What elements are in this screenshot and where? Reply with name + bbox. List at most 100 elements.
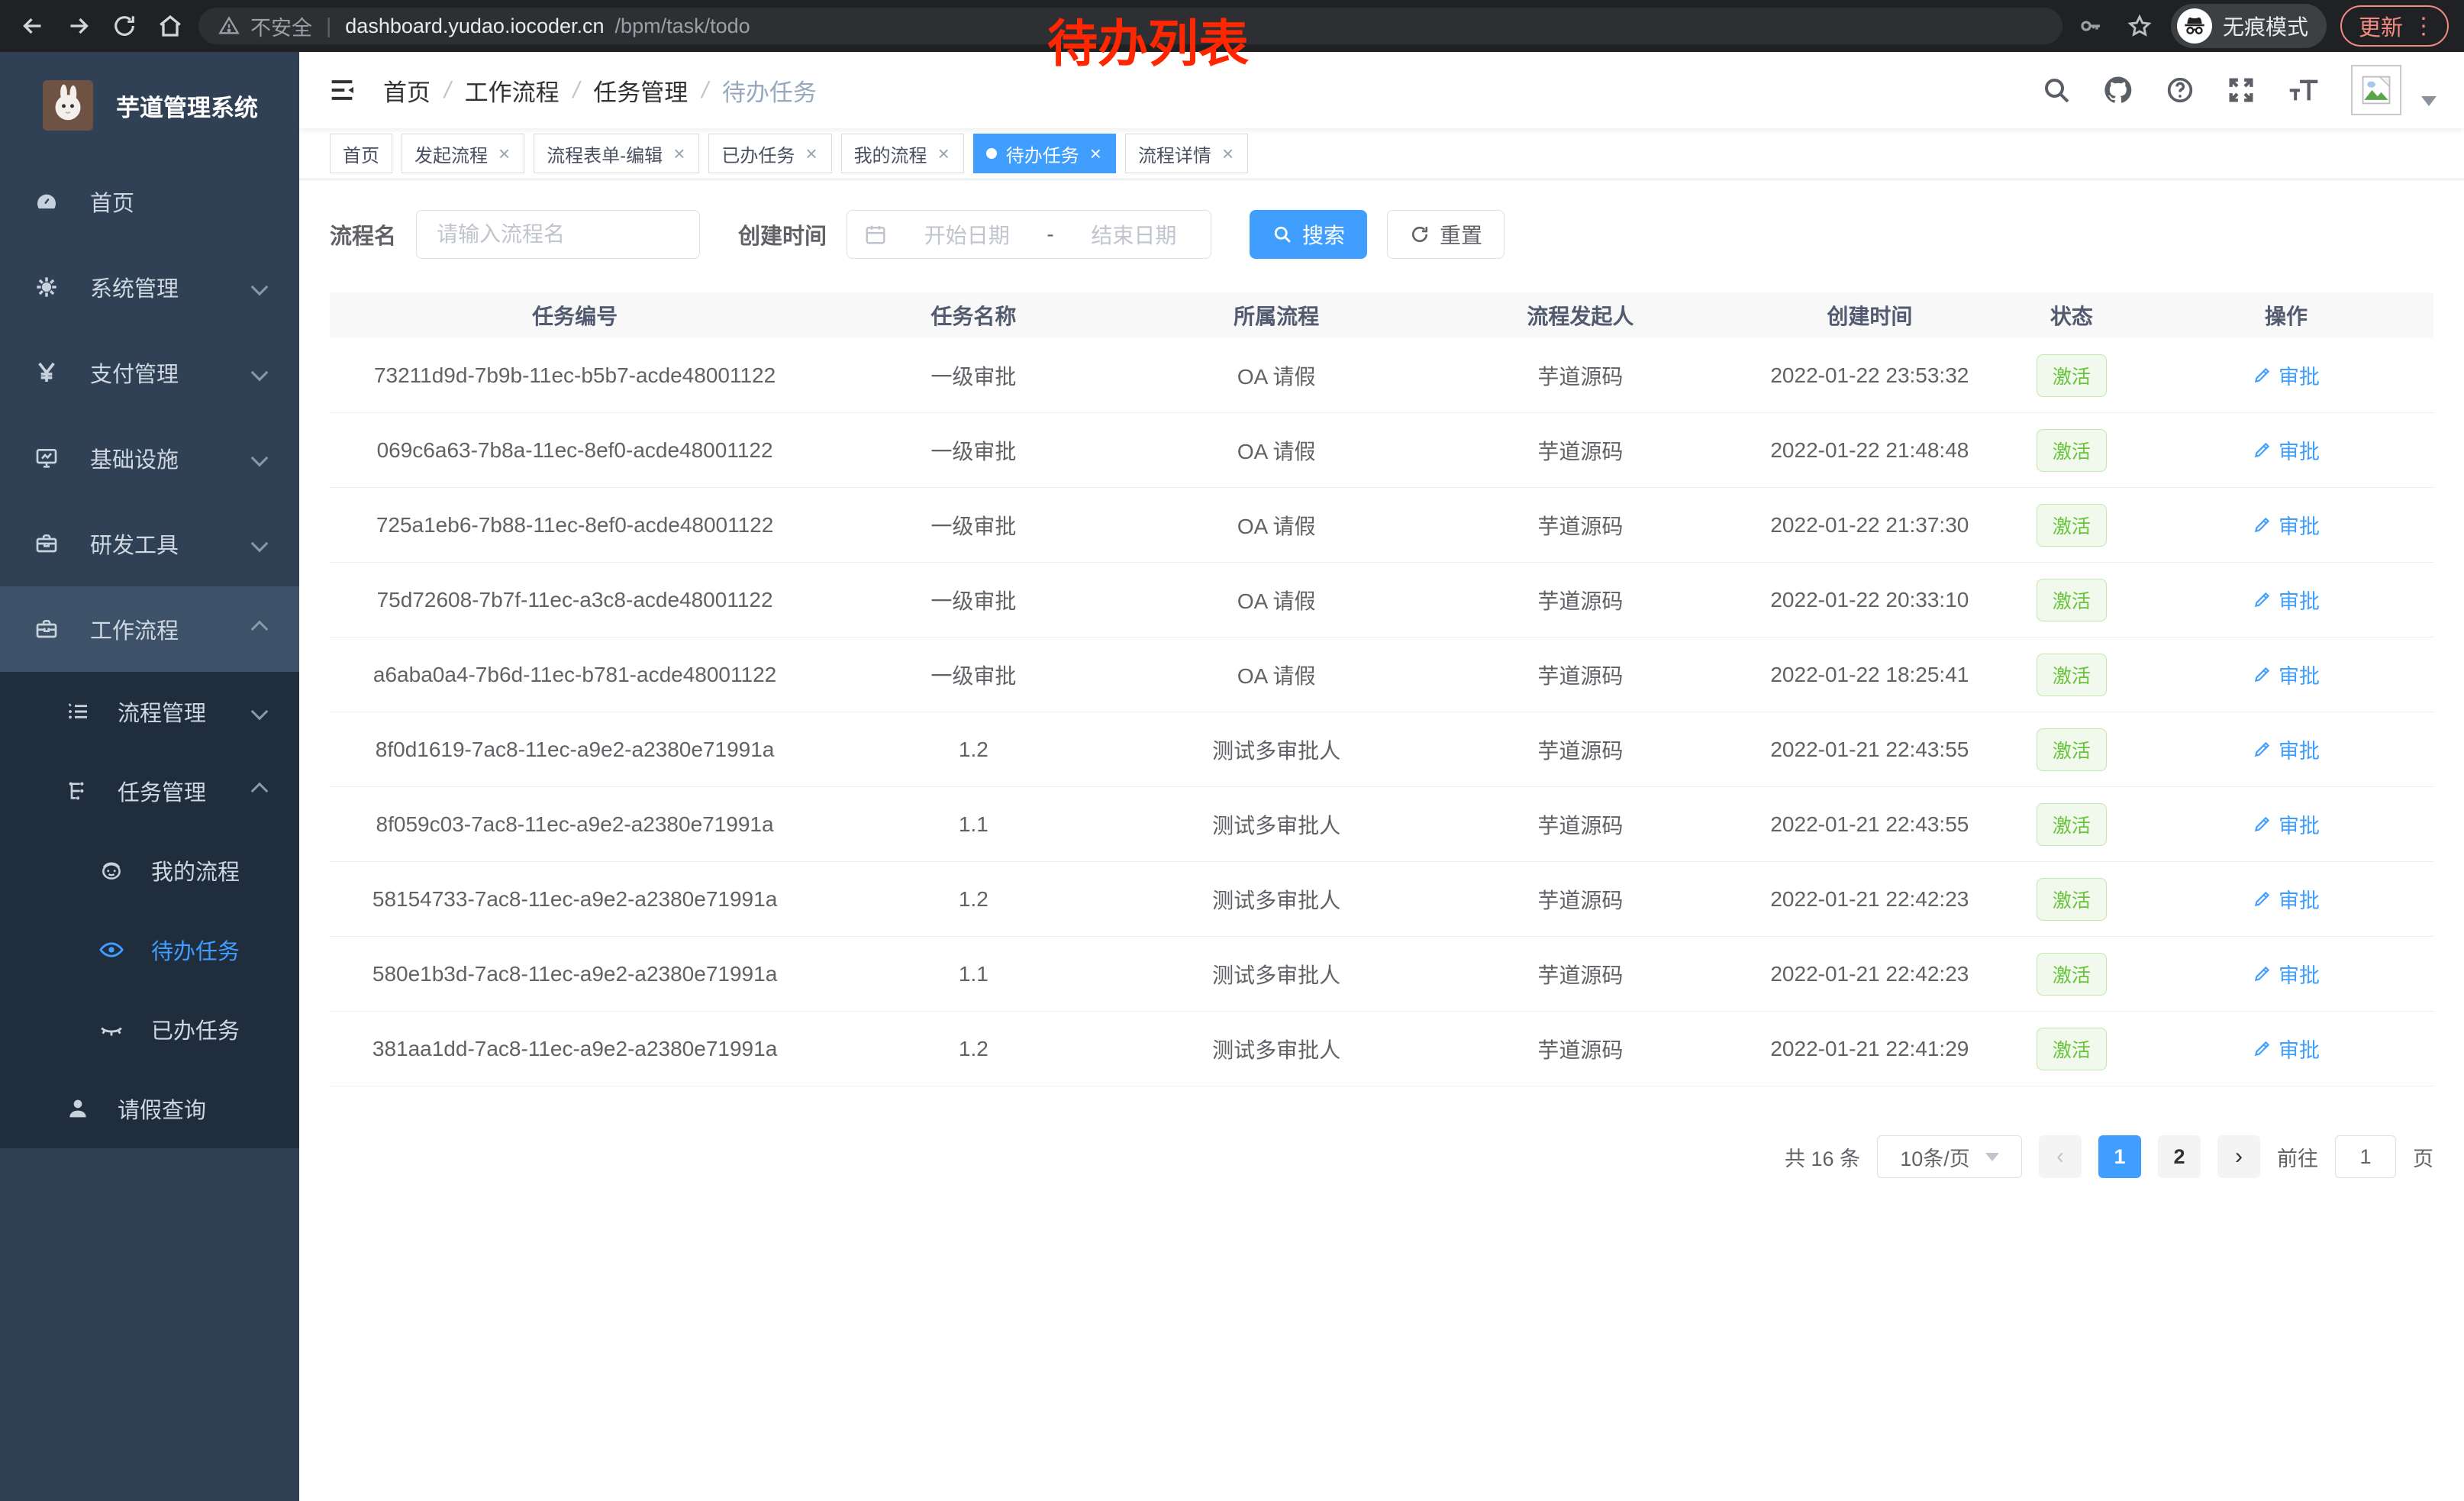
- help-icon[interactable]: [2165, 75, 2195, 105]
- tab-close-icon[interactable]: ×: [1088, 142, 1103, 166]
- tab-close-icon[interactable]: ×: [497, 142, 511, 166]
- cell-task-id: 73211d9d-7b9b-11ec-b5b7-acde48001122: [330, 363, 820, 388]
- sidebar-item-label: 任务管理: [118, 775, 206, 807]
- tree-icon: [64, 779, 92, 803]
- key-icon[interactable]: [2073, 8, 2108, 44]
- github-icon[interactable]: [2102, 74, 2134, 106]
- process-name-input[interactable]: [416, 210, 700, 259]
- end-date-placeholder[interactable]: 结束日期: [1074, 219, 1194, 250]
- screen: 不安全 | dashboard.yudao.iocoder.cn/bpm/tas…: [0, 0, 2464, 1501]
- chevron-down-icon: [251, 364, 269, 382]
- sidebar-item-todo-tasks[interactable]: 待办任务: [0, 910, 299, 989]
- reload-icon[interactable]: [107, 8, 142, 44]
- dashboard-icon: [34, 189, 60, 214]
- search-icon[interactable]: [2041, 75, 2072, 105]
- cell-starter: 芋道源码: [1426, 660, 1735, 690]
- avatar-broken-image[interactable]: [2351, 65, 2401, 115]
- approve-link[interactable]: 审批: [2253, 660, 2320, 689]
- approve-link-label: 审批: [2279, 734, 2320, 764]
- approve-link[interactable]: 审批: [2253, 1034, 2320, 1064]
- dropdown-caret-icon[interactable]: [2421, 96, 2437, 106]
- breadcrumb-workflow[interactable]: 工作流程: [465, 73, 560, 108]
- page-button-2[interactable]: 2: [2158, 1135, 2201, 1178]
- more-vertical-icon[interactable]: ⋮: [2412, 13, 2435, 40]
- home-icon[interactable]: [153, 8, 188, 44]
- app-logo-row[interactable]: 芋道管理系统: [0, 52, 299, 159]
- sidebar-item-task-mgmt[interactable]: 任务管理: [0, 751, 299, 831]
- sidebar-item-my-process[interactable]: 我的流程: [0, 831, 299, 910]
- tags-bar: 首页发起流程×流程表单-编辑×已办任务×我的流程×待办任务×流程详情×: [299, 128, 2464, 179]
- search-button[interactable]: 搜索: [1250, 210, 1367, 259]
- tab-已办任务[interactable]: 已办任务×: [708, 134, 831, 173]
- update-button[interactable]: 更新 ⋮: [2340, 5, 2449, 47]
- sidebar-item-system[interactable]: 系统管理: [0, 244, 299, 330]
- navbar: 首页 / 工作流程 / 任务管理 / 待办任务: [299, 52, 2464, 128]
- incognito-icon: [2177, 8, 2212, 44]
- tab-close-icon[interactable]: ×: [804, 142, 818, 166]
- approve-link[interactable]: 审批: [2253, 809, 2320, 839]
- sidebar-item-label: 系统管理: [90, 271, 179, 303]
- sidebar-item-infra[interactable]: 基础设施: [0, 415, 299, 501]
- tab-流程详情[interactable]: 流程详情×: [1125, 134, 1248, 173]
- breadcrumb-home[interactable]: 首页: [383, 73, 431, 108]
- sidebar-collapse-icon[interactable]: [327, 75, 357, 105]
- tab-close-icon[interactable]: ×: [937, 142, 951, 166]
- breadcrumb-separator: /: [444, 76, 451, 104]
- cell-starter: 芋道源码: [1426, 510, 1735, 541]
- sidebar-item-home[interactable]: 首页: [0, 159, 299, 244]
- goto-page-input[interactable]: [2335, 1135, 2396, 1178]
- cell-create-time: 2022-01-22 21:37:30: [1735, 513, 2004, 537]
- font-size-icon[interactable]: [2287, 75, 2320, 105]
- next-page-button[interactable]: ›: [2217, 1135, 2260, 1178]
- col-header-create-time: 创建时间: [1735, 300, 2004, 331]
- tab-待办任务[interactable]: 待办任务 ×: [973, 134, 1116, 173]
- cell-task-id: a6aba0a4-7b6d-11ec-b781-acde48001122: [330, 663, 820, 687]
- star-icon[interactable]: [2122, 8, 2157, 44]
- date-range-picker[interactable]: 开始日期 - 结束日期: [847, 210, 1211, 259]
- todo-table: 任务编号 任务名称 所属流程 流程发起人 创建时间 状态 操作 73211d9d…: [330, 292, 2433, 1086]
- tab-流程表单-编辑[interactable]: 流程表单-编辑×: [534, 134, 699, 173]
- cell-create-time: 2022-01-22 20:33:10: [1735, 588, 2004, 612]
- sidebar-item-payment[interactable]: 支付管理: [0, 330, 299, 415]
- page-size-select[interactable]: 10条/页: [1877, 1135, 2022, 1178]
- prev-page-button[interactable]: ‹: [2039, 1135, 2082, 1178]
- tab-close-icon[interactable]: ×: [672, 142, 686, 166]
- cell-starter: 芋道源码: [1426, 959, 1735, 989]
- approve-link[interactable]: 审批: [2253, 435, 2320, 465]
- sidebar-item-devtools[interactable]: 研发工具: [0, 501, 299, 586]
- back-icon[interactable]: [15, 8, 50, 44]
- tab-我的流程[interactable]: 我的流程×: [841, 134, 964, 173]
- tab-首页[interactable]: 首页: [330, 134, 392, 173]
- tab-发起流程[interactable]: 发起流程 ×: [402, 134, 524, 173]
- forward-icon[interactable]: [61, 8, 96, 44]
- page-unit-label: 页: [2413, 1142, 2433, 1172]
- sidebar-item-label: 待办任务: [151, 934, 240, 966]
- sidebar-item-leave-query[interactable]: 请假查询: [0, 1069, 299, 1148]
- chevron-up-icon: [251, 783, 269, 800]
- sidebar-item-workflow[interactable]: 工作流程: [0, 586, 299, 672]
- tab-label: 发起流程: [414, 140, 488, 167]
- sidebar-item-process-mgmt[interactable]: 流程管理: [0, 672, 299, 751]
- status-badge: 激活: [2037, 654, 2107, 696]
- page-button-1[interactable]: 1: [2098, 1135, 2141, 1178]
- tab-label: 待办任务: [1006, 140, 1079, 167]
- approve-link[interactable]: 审批: [2253, 510, 2320, 540]
- breadcrumb-task-mgmt[interactable]: 任务管理: [593, 73, 688, 108]
- start-date-placeholder[interactable]: 开始日期: [907, 219, 1027, 250]
- approve-link[interactable]: 审批: [2253, 884, 2320, 914]
- sidebar-item-done-tasks[interactable]: 已办任务: [0, 989, 299, 1069]
- security-label: 不安全: [250, 11, 312, 41]
- approve-link[interactable]: 审批: [2253, 360, 2320, 390]
- chevron-down-icon: [251, 279, 269, 296]
- search-button-label: 搜索: [1302, 219, 1345, 250]
- date-range-separator: -: [1047, 222, 1053, 247]
- calendar-icon: [864, 223, 887, 246]
- briefcase-icon: [34, 617, 60, 641]
- tab-close-icon[interactable]: ×: [1221, 142, 1235, 166]
- fullscreen-icon[interactable]: [2226, 75, 2256, 105]
- approve-link[interactable]: 审批: [2253, 734, 2320, 764]
- approve-link[interactable]: 审批: [2253, 959, 2320, 989]
- sidebar-item-label: 研发工具: [90, 528, 179, 560]
- reset-button[interactable]: 重置: [1387, 210, 1505, 259]
- approve-link[interactable]: 审批: [2253, 585, 2320, 615]
